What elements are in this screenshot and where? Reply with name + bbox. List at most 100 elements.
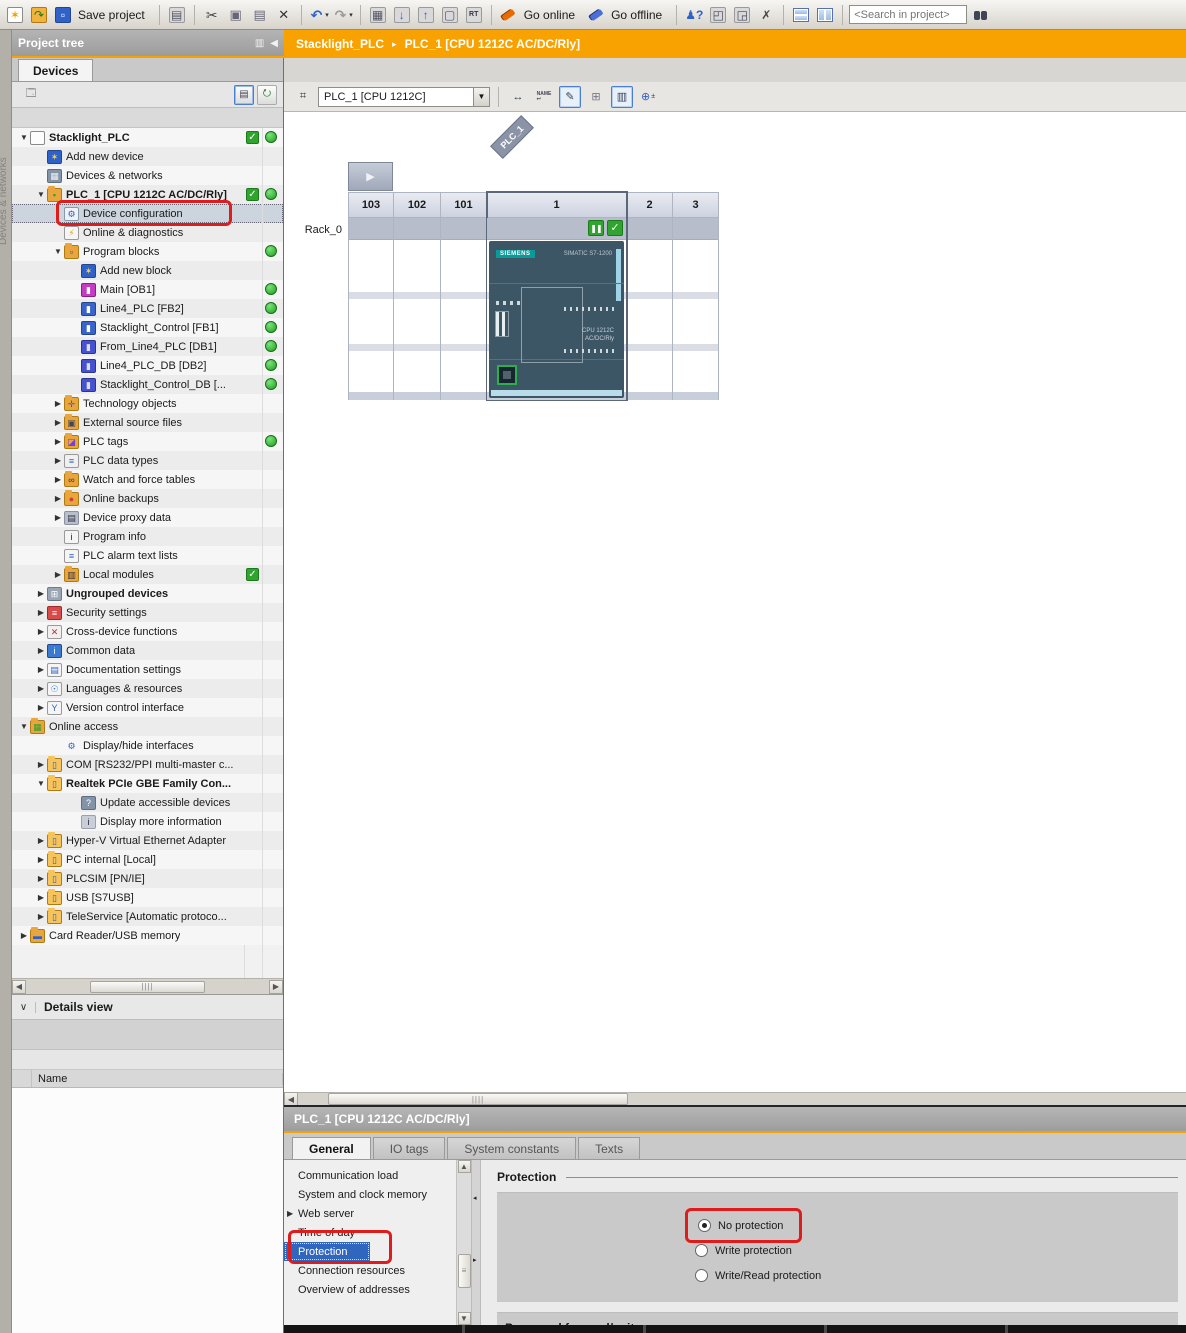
- properties-tab-system-constants[interactable]: System constants: [447, 1137, 576, 1159]
- chevron-down-icon[interactable]: ∨: [12, 1002, 36, 1013]
- slot-body[interactable]: [394, 240, 440, 400]
- tree-item-teleservice-automatic-protoco[interactable]: ▶▯TeleService [Automatic protoco...: [12, 907, 283, 926]
- scroll-left-icon[interactable]: ◀: [284, 1092, 298, 1106]
- chevron-expanded-icon[interactable]: ▼: [35, 779, 47, 788]
- tree-item-stacklight-control-db[interactable]: ▮Stacklight_Control_DB [...: [12, 375, 283, 394]
- tree-item-display-more-information[interactable]: iDisplay more information: [12, 812, 283, 831]
- go-online-button[interactable]: [498, 4, 520, 26]
- chevron-collapsed-icon[interactable]: ▶: [35, 912, 47, 921]
- tree-item-devices-networks[interactable]: ▦Devices & networks: [12, 166, 283, 185]
- chevron-collapsed-icon[interactable]: ▶: [35, 855, 47, 864]
- chevron-collapsed-icon[interactable]: ▶: [35, 703, 47, 712]
- scroll-right-icon[interactable]: ▶: [269, 980, 283, 994]
- chevron-collapsed-icon[interactable]: ▶: [35, 589, 47, 598]
- new-project-button[interactable]: ✶: [4, 4, 26, 26]
- slot-header[interactable]: 2: [627, 192, 672, 218]
- slot-header[interactable]: 3: [673, 192, 718, 218]
- tree-item-stacklight-plc[interactable]: ▼Stacklight_PLC✓: [12, 128, 283, 147]
- tree-item-cross-device-functions[interactable]: ▶✕Cross-device functions: [12, 622, 283, 641]
- highlight-io-icon[interactable]: ✎: [559, 86, 581, 108]
- go-offline-button[interactable]: [585, 4, 607, 26]
- tree-item-watch-and-force-tables[interactable]: ▶∞Watch and force tables: [12, 470, 283, 489]
- properties-nav-system-and-clock-memory[interactable]: System and clock memory: [284, 1185, 456, 1204]
- slot-header[interactable]: 1: [487, 192, 626, 218]
- slot-body[interactable]: [627, 240, 672, 400]
- chevron-expanded-icon[interactable]: ▼: [52, 247, 64, 256]
- topology-view-icon[interactable]: ⌗: [292, 86, 314, 108]
- splitter-expand-icon[interactable]: ▸: [473, 1256, 477, 1264]
- tree-item-technology-objects[interactable]: ▶✛Technology objects: [12, 394, 283, 413]
- chevron-collapsed-icon[interactable]: ▶: [52, 456, 64, 465]
- tree-item-line4-plc-db-db2[interactable]: ▮Line4_PLC_DB [DB2]: [12, 356, 283, 375]
- filter-tree-icon[interactable]: 🗔: [21, 85, 41, 105]
- properties-tab-texts[interactable]: Texts: [578, 1137, 640, 1159]
- chevron-collapsed-icon[interactable]: ▶: [52, 437, 64, 446]
- scroll-up-icon[interactable]: ▲: [458, 1160, 471, 1173]
- slot-body[interactable]: SIEMENSSIMATIC S7-1200CPU 1212CAC/DC/Rly: [487, 240, 626, 400]
- radio-icon[interactable]: [695, 1244, 708, 1257]
- measure-width-icon[interactable]: ↔: [507, 86, 529, 108]
- chevron-collapsed-icon[interactable]: ▶: [35, 627, 47, 636]
- properties-nav-web-server[interactable]: ▶Web server: [284, 1204, 456, 1223]
- start-cpu-button[interactable]: ▢: [439, 4, 461, 26]
- chevron-collapsed-icon[interactable]: ▶: [35, 646, 47, 655]
- copy-button[interactable]: ▣: [225, 4, 247, 26]
- breadcrumb-page[interactable]: PLC_1 [CPU 1212C AC/DC/Rly]: [405, 37, 581, 51]
- slot-header[interactable]: 103: [349, 192, 393, 218]
- properties-nav-connection-resources[interactable]: Connection resources: [284, 1261, 456, 1280]
- slot-body[interactable]: [441, 240, 486, 400]
- rack-slot-2[interactable]: 2: [627, 192, 673, 400]
- tree-item-update-accessible-devices[interactable]: ?Update accessible devices: [12, 793, 283, 812]
- chevron-expanded-icon[interactable]: ▼: [18, 133, 30, 142]
- slot-header[interactable]: 101: [441, 192, 486, 218]
- details-view-toggle-icon[interactable]: ▤: [234, 85, 254, 105]
- radio-option-write-read-protection[interactable]: Write/Read protection: [695, 1269, 821, 1282]
- chevron-collapsed-icon[interactable]: ▶: [35, 608, 47, 617]
- scroll-thumb[interactable]: ≡: [458, 1254, 471, 1288]
- device-canvas[interactable]: PLC_1 ▶ Rack_0 1031021011❚❚✓SIEMENSSIMAT…: [284, 112, 1186, 1092]
- chevron-collapsed-icon[interactable]: ▶: [52, 513, 64, 522]
- tree-item-usb-s7usb[interactable]: ▶▯USB [S7USB]: [12, 888, 283, 907]
- cpu-module[interactable]: SIEMENSSIMATIC S7-1200CPU 1212CAC/DC/Rly: [489, 241, 624, 398]
- slot-header[interactable]: 102: [394, 192, 440, 218]
- tree-item-plc-alarm-text-lists[interactable]: ≡PLC alarm text lists: [12, 546, 283, 565]
- radio-icon[interactable]: [695, 1269, 708, 1282]
- details-view-header[interactable]: ∨ Details view: [12, 994, 283, 1020]
- splitter-collapse-icon[interactable]: ◂: [473, 1194, 477, 1202]
- print-button[interactable]: ▤: [166, 4, 188, 26]
- chevron-collapsed-icon[interactable]: ▶: [52, 475, 64, 484]
- properties-nav-overview-of-addresses[interactable]: Overview of addresses: [284, 1280, 456, 1299]
- tree-item-from-line4-plc-db1[interactable]: ▮From_Line4_PLC [DB1]: [12, 337, 283, 356]
- tree-item-plc-tags[interactable]: ▶◪PLC tags: [12, 432, 283, 451]
- properties-splitter[interactable]: ◂ ▸: [471, 1160, 481, 1325]
- restore-window-button[interactable]: ◰: [707, 4, 729, 26]
- breadcrumb-project[interactable]: Stacklight_PLC: [296, 37, 384, 51]
- rack-slot-101[interactable]: 101: [441, 192, 487, 400]
- tree-item-program-info[interactable]: iProgram info: [12, 527, 283, 546]
- rack-slot-103[interactable]: 103: [348, 192, 394, 400]
- tree-item-languages-resources[interactable]: ▶☉Languages & resources: [12, 679, 283, 698]
- chevron-collapsed-icon[interactable]: ▶: [52, 399, 64, 408]
- chevron-collapsed-icon[interactable]: ▶: [35, 874, 47, 883]
- tree-item-plc-1-cpu-1212c-ac-dc-rly[interactable]: ▼▪PLC_1 [CPU 1212C AC/DC/Rly]✓: [12, 185, 283, 204]
- delete-button[interactable]: ✕: [273, 4, 295, 26]
- scroll-down-icon[interactable]: ▼: [458, 1312, 471, 1325]
- tree-item-add-new-block[interactable]: ✶Add new block: [12, 261, 283, 280]
- tree-item-common-data[interactable]: ▶iCommon data: [12, 641, 283, 660]
- snap-grid-icon[interactable]: ⊞: [585, 86, 607, 108]
- tree-item-ungrouped-devices[interactable]: ▶⊞Ungrouped devices: [12, 584, 283, 603]
- tree-item-realtek-pcie-gbe-family-con[interactable]: ▼▯Realtek PCIe GBE Family Con...: [12, 774, 283, 793]
- cross-reference-button[interactable]: ✗: [755, 4, 777, 26]
- chevron-collapsed-icon[interactable]: ▶: [35, 760, 47, 769]
- tree-item-hyper-v-virtual-ethernet-adapter[interactable]: ▶▯Hyper-V Virtual Ethernet Adapter: [12, 831, 283, 850]
- properties-nav-protection[interactable]: Protection: [284, 1242, 370, 1261]
- tree-item-security-settings[interactable]: ▶≡Security settings: [12, 603, 283, 622]
- tree-item-pc-internal-local[interactable]: ▶▯PC internal [Local]: [12, 850, 283, 869]
- tree-item-program-blocks[interactable]: ▼▫Program blocks: [12, 242, 283, 261]
- device-selector[interactable]: PLC_1 [CPU 1212C] ▼: [318, 87, 490, 107]
- tree-item-card-reader-usb-memory[interactable]: ▶▬Card Reader/USB memory: [12, 926, 283, 945]
- refresh-view-icon[interactable]: ⭮: [257, 85, 277, 105]
- scroll-left-icon[interactable]: ◀: [12, 980, 26, 994]
- tree-item-plc-data-types[interactable]: ▶≡PLC data types: [12, 451, 283, 470]
- collapse-panel-icon[interactable]: ◀: [270, 38, 278, 49]
